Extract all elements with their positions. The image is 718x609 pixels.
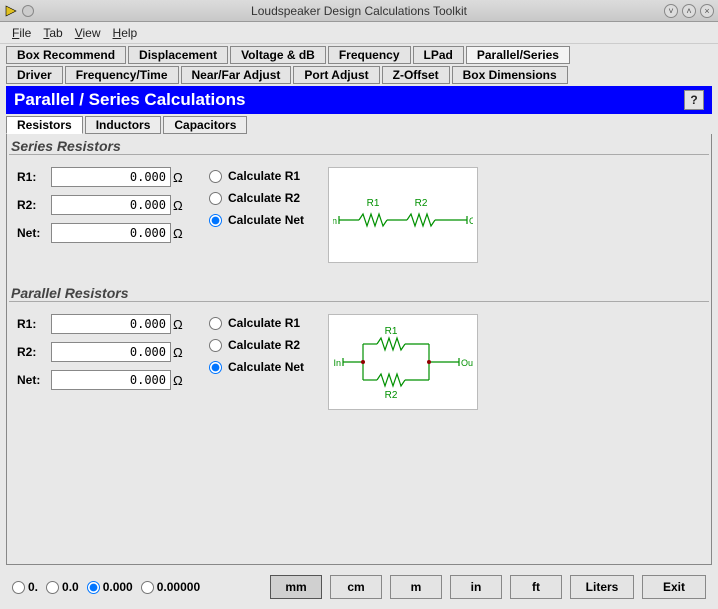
parallel-net-unit: Ω <box>171 373 185 388</box>
tab-frequency[interactable]: Frequency <box>328 46 411 64</box>
parallel-calc-r2-radio[interactable]: Calculate R2 <box>209 338 304 352</box>
precision-0[interactable]: 0. <box>12 580 38 594</box>
series-schem-r2: R2 <box>415 198 428 209</box>
precision-1[interactable]: 0.0 <box>46 580 79 594</box>
parallel-r2-unit: Ω <box>171 345 185 360</box>
window-title: Loudspeaker Design Calculations Toolkit <box>0 4 718 18</box>
subtab-inductors[interactable]: Inductors <box>85 116 162 134</box>
panel-title: Parallel / Series Calculations <box>14 90 246 110</box>
parallel-fields: R1: Ω R2: Ω Net: Ω <box>17 314 185 390</box>
series-net-unit: Ω <box>171 226 185 241</box>
unit-mm-button[interactable]: mm <box>270 575 322 599</box>
tab-lpad[interactable]: LPad <box>413 46 464 64</box>
menu-help[interactable]: Help <box>107 24 144 42</box>
parallel-r1-unit: Ω <box>171 317 185 332</box>
precision-2[interactable]: 0.000 <box>87 580 133 594</box>
series-r2-input[interactable] <box>51 195 171 215</box>
series-calc-net-radio[interactable]: Calculate Net <box>209 213 304 227</box>
series-calc-radios: Calculate R1 Calculate R2 Calculate Net <box>209 169 304 227</box>
parallel-calc-net-radio[interactable]: Calculate Net <box>209 360 304 374</box>
unit-m-button[interactable]: m <box>390 575 442 599</box>
series-net-label: Net: <box>17 226 51 240</box>
parallel-calc-r1-radio[interactable]: Calculate R1 <box>209 316 304 330</box>
parallel-schematic: R1 R2 In Out <box>328 314 478 410</box>
parallel-schem-r2: R2 <box>385 390 398 401</box>
tab-parallel-series[interactable]: Parallel/Series <box>466 46 570 64</box>
series-schematic: R1 R2 In Out <box>328 167 478 263</box>
tab-voltage-db[interactable]: Voltage & dB <box>230 46 326 64</box>
tab-box-dimensions[interactable]: Box Dimensions <box>452 66 568 84</box>
tab-box-recommend[interactable]: Box Recommend <box>6 46 126 64</box>
precision-3[interactable]: 0.00000 <box>141 580 200 594</box>
series-r1-input[interactable] <box>51 167 171 187</box>
subtabs-row: Resistors Inductors Capacitors <box>0 116 718 134</box>
menu-view[interactable]: View <box>69 24 107 42</box>
parallel-r2-input[interactable] <box>51 342 171 362</box>
bottom-bar: 0. 0.0 0.000 0.00000 mm cm m in ft Liter… <box>0 569 718 609</box>
series-calc-r1-radio[interactable]: Calculate R1 <box>209 169 304 183</box>
subtab-capacitors[interactable]: Capacitors <box>163 116 247 134</box>
series-schem-r1: R1 <box>367 198 380 209</box>
menu-file[interactable]: File <box>6 24 37 42</box>
series-schem-out: Out <box>469 216 473 226</box>
parallel-r1-label: R1: <box>17 317 51 331</box>
parallel-calc-radios: Calculate R1 Calculate R2 Calculate Net <box>209 316 304 374</box>
tab-frequency-time[interactable]: Frequency/Time <box>65 66 179 84</box>
parallel-section: R1: Ω R2: Ω Net: Ω Calculate R1 Calculat… <box>9 314 709 418</box>
parallel-net-label: Net: <box>17 373 51 387</box>
unit-in-button[interactable]: in <box>450 575 502 599</box>
tab-port-adjust[interactable]: Port Adjust <box>293 66 379 84</box>
precision-radios: 0. 0.0 0.000 0.00000 <box>12 580 200 594</box>
parallel-schem-out: Out <box>461 358 473 368</box>
series-section-title: Series Resistors <box>9 136 709 155</box>
tab-displacement[interactable]: Displacement <box>128 46 228 64</box>
parallel-r2-label: R2: <box>17 345 51 359</box>
series-calc-r2-radio[interactable]: Calculate R2 <box>209 191 304 205</box>
parallel-section-title: Parallel Resistors <box>9 283 709 302</box>
subtab-resistors[interactable]: Resistors <box>6 116 83 134</box>
tabs-row-2: Driver Frequency/Time Near/Far Adjust Po… <box>0 66 718 84</box>
series-r1-label: R1: <box>17 170 51 184</box>
series-r1-unit: Ω <box>171 170 185 185</box>
parallel-r1-input[interactable] <box>51 314 171 334</box>
tab-z-offset[interactable]: Z-Offset <box>382 66 450 84</box>
menu-tab[interactable]: Tab <box>37 24 68 42</box>
unit-cm-button[interactable]: cm <box>330 575 382 599</box>
exit-button[interactable]: Exit <box>642 575 706 599</box>
parallel-net-input[interactable] <box>51 370 171 390</box>
titlebar: Loudspeaker Design Calculations Toolkit … <box>0 0 718 22</box>
series-fields: R1: Ω R2: Ω Net: Ω <box>17 167 185 243</box>
series-net-input[interactable] <box>51 223 171 243</box>
help-button[interactable]: ? <box>684 90 704 110</box>
parallel-schem-in: In <box>334 358 342 368</box>
series-schem-in: In <box>333 216 337 226</box>
tabs-row-1: Box Recommend Displacement Voltage & dB … <box>0 46 718 64</box>
series-r2-label: R2: <box>17 198 51 212</box>
content-area: Series Resistors R1: Ω R2: Ω Net: Ω Calc… <box>6 134 712 565</box>
parallel-schem-r1: R1 <box>385 326 398 337</box>
panel-title-bar: Parallel / Series Calculations ? <box>6 86 712 114</box>
series-r2-unit: Ω <box>171 198 185 213</box>
tab-driver[interactable]: Driver <box>6 66 63 84</box>
unit-liters-button[interactable]: Liters <box>570 575 634 599</box>
series-section: R1: Ω R2: Ω Net: Ω Calculate R1 Calculat… <box>9 167 709 271</box>
unit-ft-button[interactable]: ft <box>510 575 562 599</box>
menubar: File Tab View Help <box>0 22 718 44</box>
tab-near-far-adjust[interactable]: Near/Far Adjust <box>181 66 292 84</box>
